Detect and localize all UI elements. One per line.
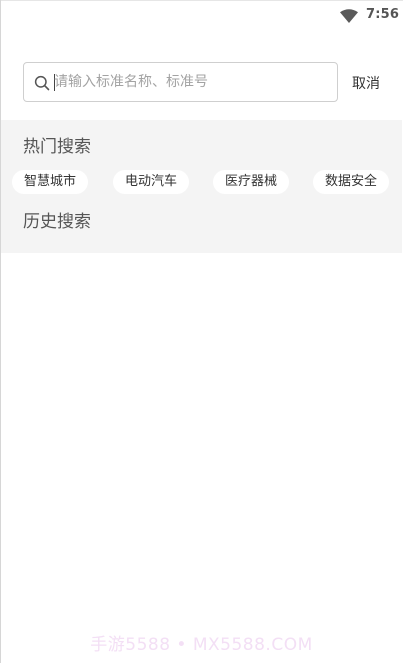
search-icon [34,75,50,91]
status-bar: 7:56 [0,0,403,32]
history-search-title: 历史搜索 [23,212,91,232]
hot-search-tag[interactable]: 电动汽车 [113,170,190,194]
search-input[interactable] [54,63,334,101]
hot-search-tag[interactable]: 医疗器械 [213,170,290,194]
hot-search-tag[interactable]: 智慧城市 [12,170,89,194]
watermark: 手游5588 • MX5588.COM [90,635,313,655]
cancel-button[interactable]: 取消 [352,73,380,93]
hot-search-tag[interactable]: 数据安全 [313,170,390,194]
search-box[interactable] [23,62,338,102]
wifi-icon [340,8,358,23]
left-border [0,0,1,663]
hot-search-title: 热门搜索 [23,137,91,157]
status-time: 7:56 [366,7,400,22]
